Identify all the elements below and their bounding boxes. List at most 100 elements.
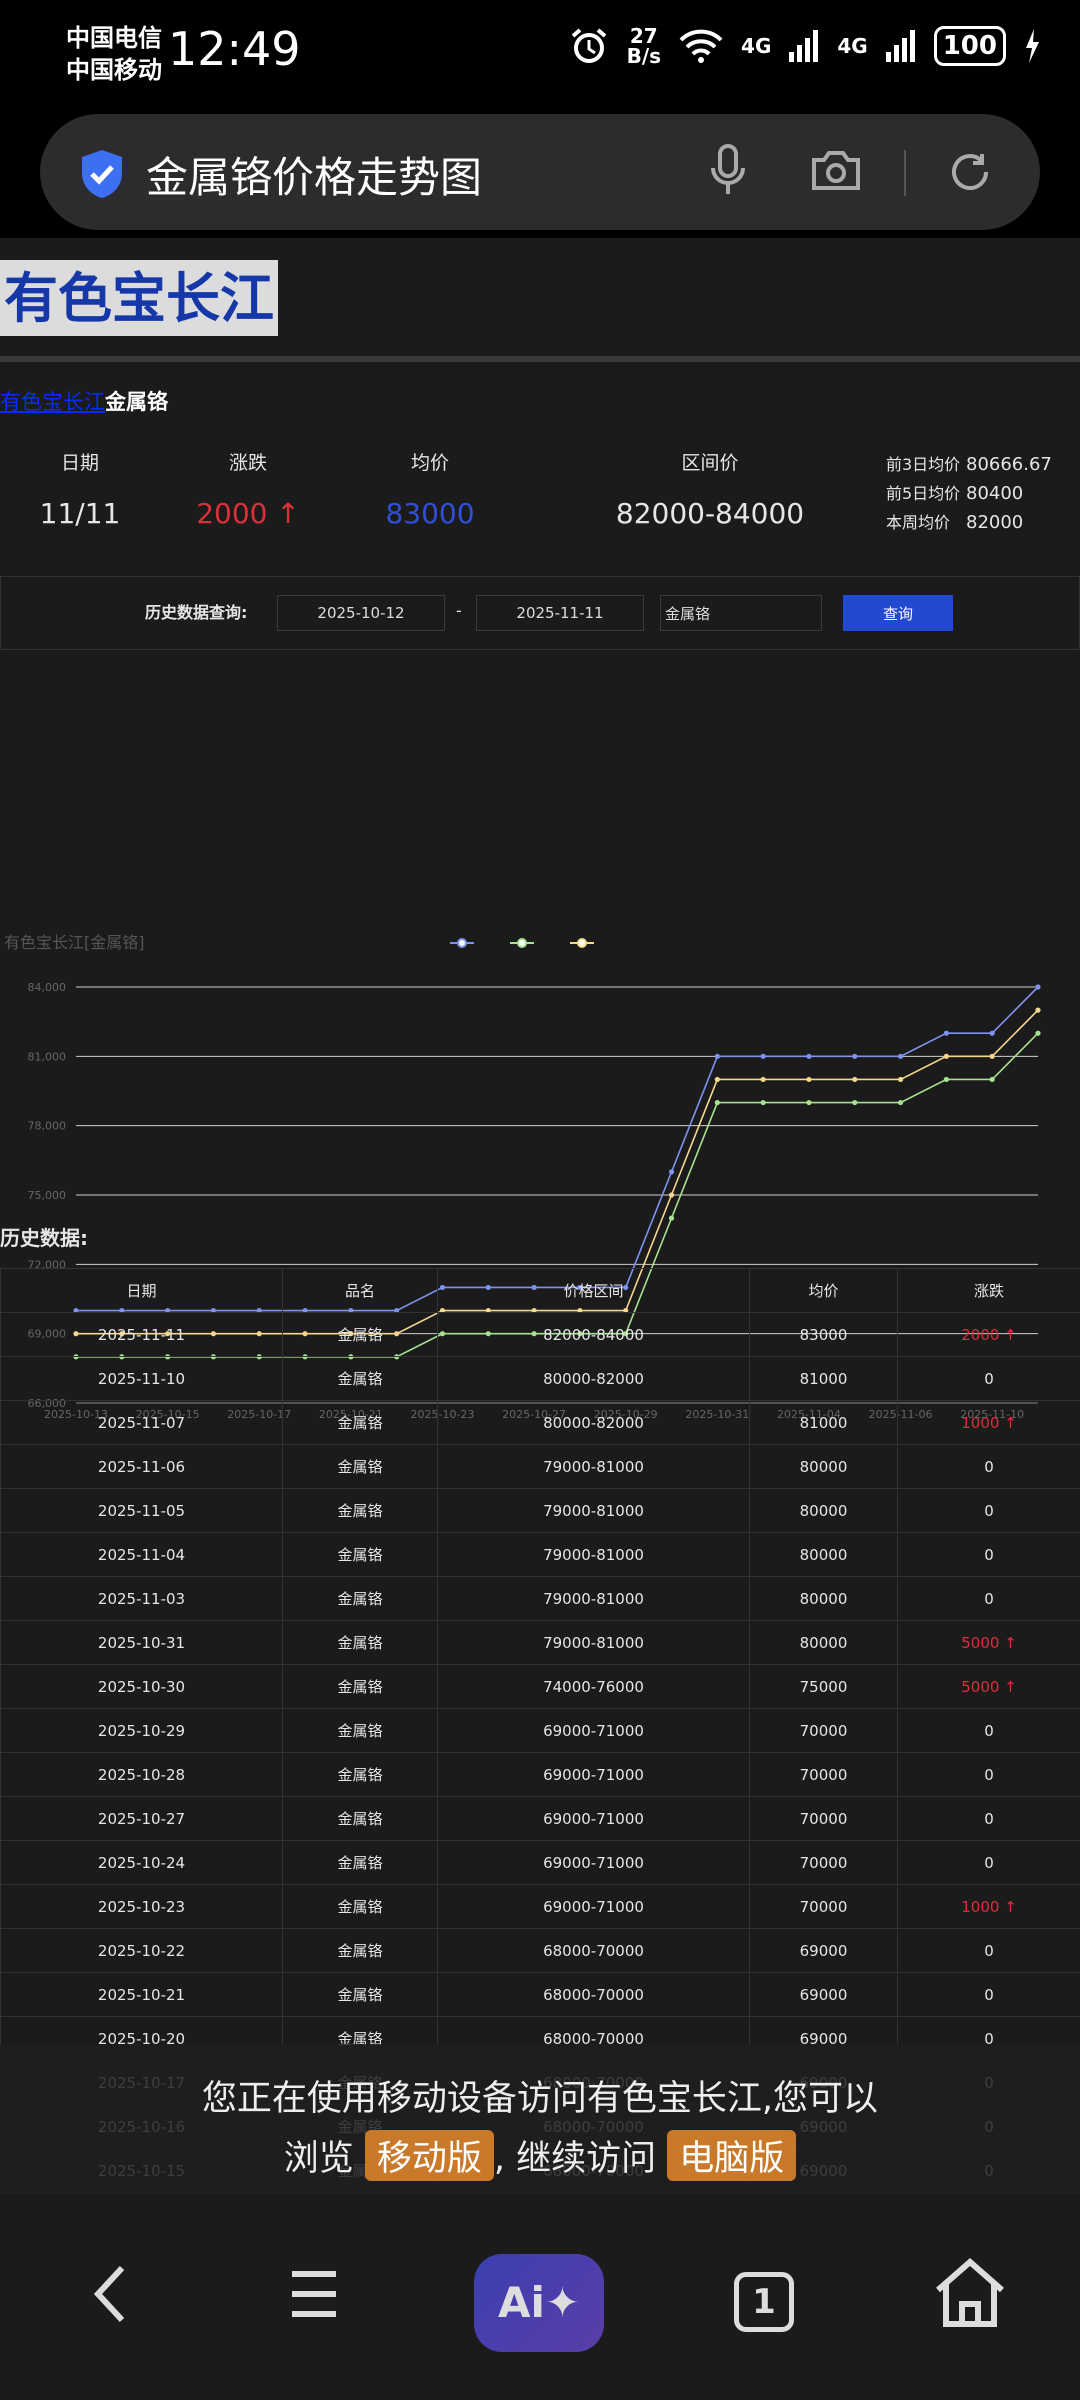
data-point[interactable] (1035, 984, 1041, 990)
charging-icon (1026, 29, 1039, 63)
data-point[interactable] (897, 1076, 904, 1083)
table-row: 2025-10-24 金属铬 69000-71000 70000 0 (0, 1840, 1080, 1885)
data-point[interactable] (943, 1076, 949, 1083)
table-cell: 1000 ↑ (897, 1884, 1080, 1929)
table-header-cell: 日期 (0, 1268, 283, 1313)
product-input[interactable] (660, 595, 822, 631)
chart-legend[interactable] (450, 938, 594, 948)
table-cell: 金属铬 (282, 1840, 438, 1885)
table-row: 2025-11-11 金属铬 82000-84000 83000 2000 ↑ (0, 1312, 1080, 1357)
data-point[interactable] (714, 1076, 720, 1083)
data-point[interactable] (1035, 1007, 1041, 1013)
legend-marker[interactable] (517, 938, 527, 948)
table-header-cell: 价格区间 (437, 1268, 750, 1313)
table-row: 2025-10-21 金属铬 68000-70000 69000 0 (0, 1972, 1080, 2017)
table-cell: 79000-81000 (437, 1532, 750, 1577)
table-cell: 74000-76000 (437, 1664, 750, 1709)
breadcrumb-home-link[interactable]: 有色宝长江 (0, 390, 105, 414)
status-icons: 27 B/s 4G 4G 100 (569, 26, 1040, 66)
table-cell: 金属铬 (282, 1796, 438, 1841)
table-cell: 金属铬 (282, 1752, 438, 1797)
tabs-button[interactable]: 1 (734, 2272, 794, 2332)
data-point[interactable] (852, 1053, 858, 1059)
date-separator: - (456, 601, 462, 620)
change-value: 2000 ↑ (196, 497, 300, 530)
table-cell: 金属铬 (282, 1664, 438, 1709)
legend-marker[interactable] (457, 938, 467, 948)
data-point[interactable] (760, 1099, 766, 1106)
table-cell: 83000 (749, 1312, 898, 1357)
range-value: 82000-84000 (615, 497, 805, 530)
home-icon[interactable] (932, 2254, 1008, 2334)
table-row: 2025-10-23 金属铬 69000-71000 70000 1000 ↑ (0, 1884, 1080, 1929)
data-point[interactable] (806, 1076, 812, 1083)
end-date-input[interactable] (476, 595, 644, 631)
data-point[interactable] (714, 1099, 720, 1106)
table-cell: 2000 ↑ (897, 1312, 1080, 1357)
stat-row: 前3日均价 80666.67 (886, 454, 1052, 475)
data-point[interactable] (943, 1030, 949, 1036)
table-cell: 5000 ↑ (897, 1664, 1080, 1709)
average-value: 83000 (385, 497, 475, 530)
table-row: 2025-10-27 金属铬 69000-71000 70000 0 (0, 1796, 1080, 1841)
history-query-form: 历史数据查询: - 查询 (0, 576, 1080, 650)
table-cell: 69000-71000 (437, 1752, 750, 1797)
table-cell: 2025-10-28 (0, 1752, 283, 1797)
data-point[interactable] (897, 1099, 904, 1106)
ai-assistant-button[interactable]: Ai✦ (474, 2254, 604, 2352)
data-point[interactable] (806, 1099, 812, 1106)
data-point[interactable] (668, 1192, 675, 1198)
table-cell: 2025-10-21 (0, 1972, 283, 2017)
clock: 12:49 (168, 22, 301, 76)
menu-icon[interactable] (286, 2254, 342, 2334)
mobile-version-button[interactable]: 移动版 (364, 2130, 494, 2181)
query-button[interactable]: 查询 (843, 595, 953, 631)
table-cell: 0 (897, 1532, 1080, 1577)
table-cell: 82000-84000 (437, 1312, 750, 1357)
data-point[interactable] (760, 1053, 766, 1059)
table-cell: 2025-10-27 (0, 1796, 283, 1841)
data-point[interactable] (668, 1169, 675, 1175)
data-point[interactable] (989, 1030, 995, 1036)
wifi-icon (679, 29, 723, 63)
refresh-icon[interactable] (946, 148, 994, 196)
summary-average: 均价 83000 (360, 448, 500, 530)
alarm-icon (571, 28, 606, 63)
table-cell: 0 (897, 1752, 1080, 1797)
search-query[interactable]: 金属铬价格走势图 (146, 144, 482, 205)
data-point[interactable] (714, 1053, 720, 1059)
data-point[interactable] (897, 1053, 904, 1059)
stat-row: 前5日均价 80400 (886, 483, 1024, 504)
data-point[interactable] (668, 1215, 675, 1221)
average-label: 均价 (410, 452, 449, 474)
microphone-icon[interactable] (710, 144, 746, 196)
table-row: 2025-11-05 金属铬 79000-81000 80000 0 (0, 1488, 1080, 1533)
chart-title: 有色宝长江[金属铬] (4, 933, 145, 952)
table-cell: 0 (897, 1796, 1080, 1841)
signal-icon (885, 30, 915, 62)
desktop-version-button[interactable]: 电脑版 (667, 2130, 797, 2181)
table-header-cell: 涨跌 (897, 1268, 1080, 1313)
data-point[interactable] (943, 1053, 949, 1059)
table-cell: 70000 (749, 1884, 898, 1929)
table-cell: 80000-82000 (437, 1356, 750, 1401)
data-point[interactable] (852, 1076, 858, 1083)
query-label: 历史数据查询: (145, 603, 248, 622)
site-logo[interactable]: 有色宝长江 (0, 260, 278, 336)
table-row: 2025-11-06 金属铬 79000-81000 80000 0 (0, 1444, 1080, 1489)
table-cell: 68000-70000 (437, 1928, 750, 1973)
data-point[interactable] (989, 1053, 995, 1059)
back-icon[interactable] (84, 2254, 140, 2334)
table-cell: 金属铬 (282, 1708, 438, 1753)
start-date-input[interactable] (277, 595, 445, 631)
table-cell: 0 (897, 1972, 1080, 2017)
legend-marker[interactable] (577, 938, 587, 948)
table-cell: 2025-11-06 (0, 1444, 283, 1489)
camera-icon[interactable] (810, 148, 862, 192)
data-point[interactable] (989, 1076, 995, 1083)
data-point[interactable] (806, 1053, 812, 1059)
data-point[interactable] (1035, 1030, 1041, 1036)
data-point[interactable] (760, 1076, 766, 1083)
address-bar[interactable]: 金属铬价格走势图 (40, 114, 1040, 230)
data-point[interactable] (852, 1099, 858, 1106)
